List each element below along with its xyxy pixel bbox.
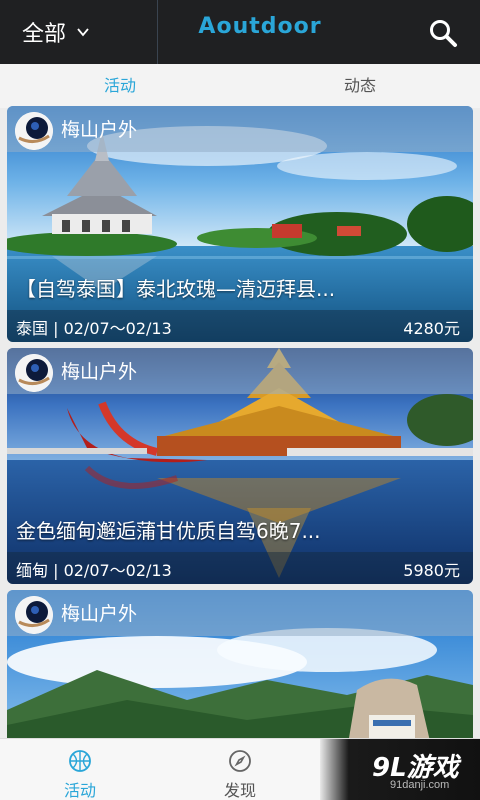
nav-activities[interactable]: 活动 [0,739,160,800]
content-tabs: 活动 动态 [0,64,480,108]
compass-icon [229,750,251,772]
watermark-url: 91danji.com [390,779,450,791]
activity-price: 4280元 [403,319,460,338]
avatar[interactable] [15,596,53,634]
chevron-down-icon [77,28,89,37]
category-filter-label: 全部 [22,22,67,47]
activity-card[interactable]: 梅山户外 金色缅甸邂逅蒲甘优质自驾6晚7... 缅甸 | 02/07～02/13… [7,348,473,584]
nav-discover-label: 发现 [223,781,256,800]
activity-title: 金色缅甸邂逅蒲甘优质自驾6晚7... [16,519,321,543]
organizer-name: 梅山户外 [61,119,138,141]
category-filter-dropdown[interactable]: 全部 [22,16,90,48]
nav-discover[interactable]: 发现 [160,739,320,800]
activity-destination-dates: 缅甸 | 02/07～02/13 [16,561,172,580]
top-bar: 全部 Aoutdoor [0,0,480,64]
activity-title: 【自驾泰国】泰北玫瑰—清迈拜县... [16,277,336,301]
bottom-navigation: 活动 发现 9L游戏 91danji.com [0,738,480,800]
organizer-logo-icon [15,596,53,634]
organizer-logo-icon [15,354,53,392]
tab-updates[interactable]: 动态 [240,64,480,108]
avatar[interactable] [15,112,53,150]
activity-card[interactable]: 梅山户外 【自驾泰国】泰北玫瑰—清迈拜县... 泰国 | 02/07～02/13… [7,106,473,342]
organizer-name: 梅山户外 [61,361,138,383]
activity-destination-dates: 泰国 | 02/07～02/13 [16,319,172,338]
tab-activities[interactable]: 活动 [0,64,240,108]
site-watermark: 9L游戏 91danji.com [320,739,480,800]
activity-meta-bar: 泰国 | 02/07～02/13 4280元 [7,310,473,342]
basketball-icon [69,750,91,772]
organizer-logo-icon [15,112,53,150]
activity-price: 5980元 [403,561,460,580]
header-divider [157,0,158,64]
organizer-name: 梅山户外 [61,603,138,625]
activity-card[interactable]: 梅山户外 [7,590,473,750]
activity-meta-bar: 缅甸 | 02/07～02/13 5980元 [7,552,473,584]
search-icon[interactable] [428,18,458,48]
app-title: Aoutdoor [198,14,322,39]
nav-activities-label: 活动 [63,781,96,800]
avatar[interactable] [15,354,53,392]
